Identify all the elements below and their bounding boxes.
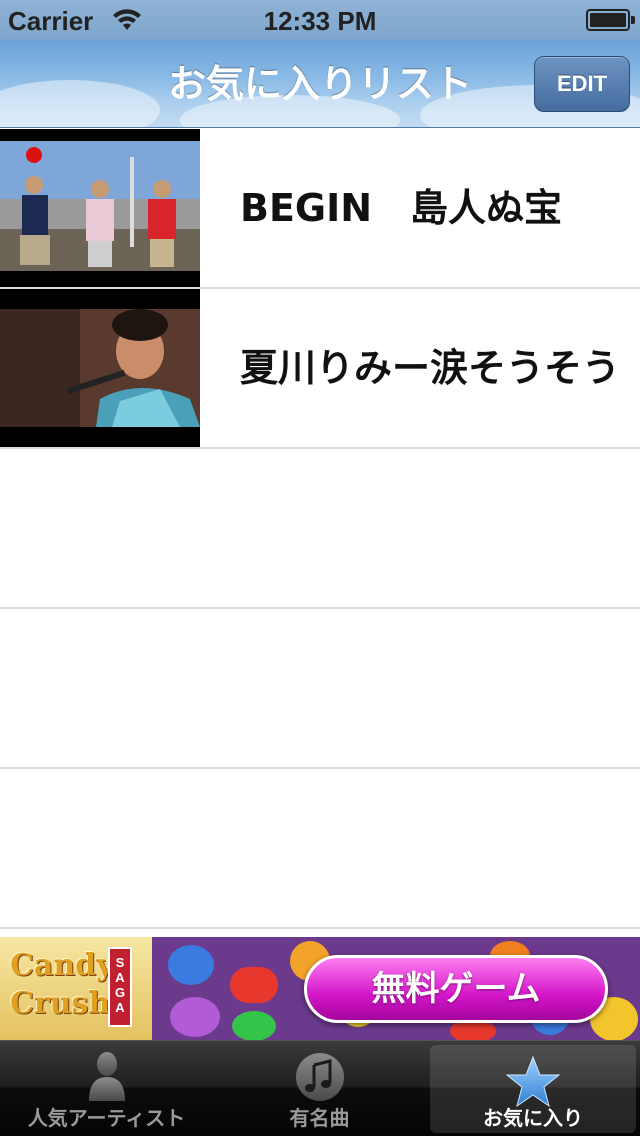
tab-favorites[interactable]: お気に入り (430, 1045, 636, 1133)
favorite-row[interactable]: BEGIN 島人ぬ宝 (0, 129, 640, 289)
navigation-bar: お気に入りリスト EDIT (0, 40, 640, 128)
empty-row (0, 769, 640, 929)
favorite-row[interactable]: 夏川りみー涙そうそう (0, 289, 640, 449)
tab-famous-songs[interactable]: 有名曲 (213, 1041, 426, 1136)
person-icon (88, 1052, 125, 1101)
battery-icon (586, 9, 635, 31)
ad-banner[interactable]: Candy Crush SAGA 無料ゲーム (0, 937, 640, 1040)
music-note-icon (295, 1053, 344, 1101)
clock-label: 12:33 PM (263, 6, 377, 36)
tab-popular-artists[interactable]: 人気アーティスト (0, 1041, 213, 1136)
empty-row (0, 609, 640, 769)
empty-row (0, 449, 640, 609)
video-thumbnail (0, 289, 200, 447)
favorite-title: 夏川りみー涙そうそう (240, 346, 621, 390)
edit-button[interactable]: EDIT (534, 56, 630, 112)
tab-bar: 人気アーティスト 有名曲 お気に入り (0, 1040, 640, 1136)
status-bar: Carrier 12:33 PM (0, 0, 640, 40)
video-thumbnail (0, 129, 200, 287)
tab-label: 人気アーティスト (27, 1106, 186, 1130)
tab-label: 有名曲 (289, 1106, 350, 1130)
favorite-title: BEGIN 島人ぬ宝 (240, 186, 563, 230)
favorites-list: BEGIN 島人ぬ宝 夏川りみー涙そうそう (0, 129, 640, 937)
saga-badge: SAGA (108, 947, 132, 1027)
tab-label: お気に入り (483, 1106, 583, 1130)
star-icon (505, 1055, 561, 1108)
free-game-button[interactable]: 無料ゲーム (304, 955, 608, 1023)
